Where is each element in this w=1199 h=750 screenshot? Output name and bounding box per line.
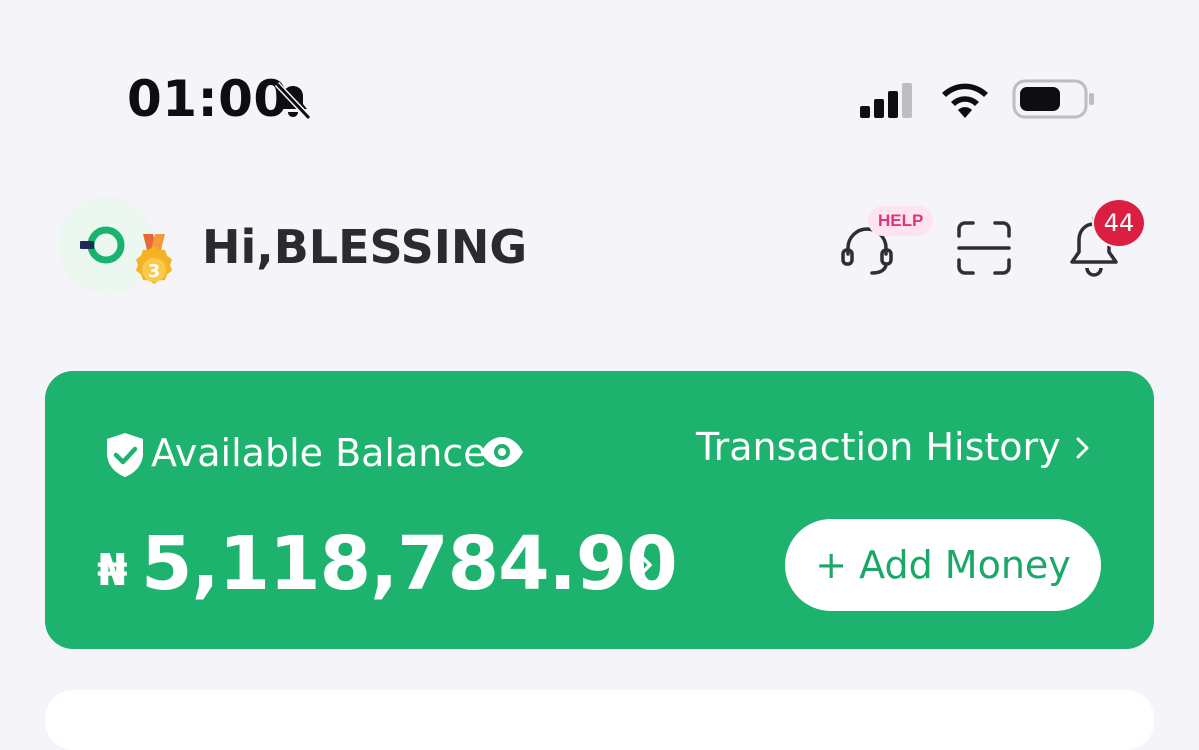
balance-card: Available Balance Transaction History ₦ … (45, 371, 1154, 649)
medal-level: 3 (148, 261, 161, 282)
status-bar: 01:00 (0, 0, 1199, 180)
wifi-icon (942, 83, 988, 118)
medal-icon: 3 (136, 234, 172, 284)
eye-icon[interactable] (479, 435, 525, 469)
balance-label: Available Balance (151, 431, 487, 475)
chevron-right-icon[interactable] (1073, 433, 1093, 463)
notification-count-badge: 44 (1092, 198, 1146, 248)
currency-symbol: ₦ (97, 545, 128, 596)
help-badge[interactable]: HELP (868, 206, 934, 236)
transaction-history-link[interactable]: Transaction History (696, 425, 1061, 469)
chevron-right-icon[interactable] (633, 547, 657, 583)
balance-amount[interactable]: 5,118,784.90 (141, 521, 678, 607)
shield-check-icon (107, 433, 143, 477)
next-card (45, 690, 1154, 750)
bell-slash-icon (274, 81, 312, 121)
battery-icon (1012, 79, 1094, 119)
signal-icon (860, 83, 912, 118)
brand-logo-icon (80, 226, 125, 264)
greeting: Hi,BLESSING (202, 220, 528, 274)
status-time: 01:00 (127, 70, 289, 128)
scan-icon[interactable] (956, 220, 1012, 276)
add-money-button[interactable]: + Add Money (785, 519, 1101, 611)
